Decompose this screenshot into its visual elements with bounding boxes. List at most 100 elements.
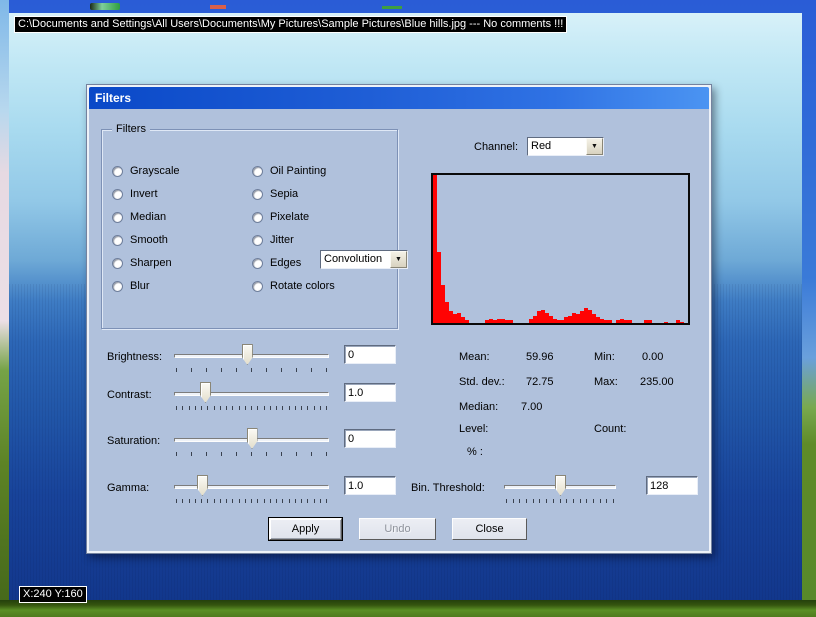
histogram-bar <box>664 322 668 323</box>
histogram-bar <box>648 320 652 323</box>
filename-bar: C:\Documents and Settings\All Users\Docu… <box>14 16 567 33</box>
filters-groupbox-label: Filters <box>112 123 150 135</box>
histogram-chart <box>431 173 690 325</box>
edges-mode-combobox[interactable]: Convolution ▼ <box>320 250 408 269</box>
filter-radio-smooth[interactable]: Smooth <box>112 233 168 247</box>
filter-radio-grayscale[interactable]: Grayscale <box>112 164 180 178</box>
bin-threshold-value-field[interactable] <box>646 476 698 495</box>
mouse-coordinates-label: X:240 Y:160 <box>19 586 87 603</box>
bin-threshold-slider[interactable] <box>504 472 616 502</box>
brightness-slider-thumb[interactable] <box>242 344 253 365</box>
radio-button-icon[interactable] <box>112 281 123 292</box>
undo-button[interactable]: Undo <box>359 518 436 540</box>
radio-label: Median <box>130 211 166 223</box>
radio-label: Edges <box>270 257 301 269</box>
histogram-plot-area <box>433 175 688 323</box>
level-label: Level: <box>459 423 488 435</box>
bin-threshold-row: Bin. Threshold: <box>411 470 709 506</box>
radio-button-icon[interactable] <box>252 235 263 246</box>
apply-button[interactable]: Apply <box>269 518 342 540</box>
radio-label: Pixelate <box>270 211 309 223</box>
edges-mode-value: Convolution <box>321 251 390 268</box>
filter-radio-blur[interactable]: Blur <box>112 279 150 293</box>
radio-button-icon[interactable] <box>112 258 123 269</box>
contrast-slider-ticks <box>176 406 327 410</box>
contrast-slider-groove[interactable] <box>174 392 329 396</box>
contrast-slider[interactable] <box>174 379 329 409</box>
contrast-slider-row: Contrast: <box>107 377 419 413</box>
contrast-value-field[interactable] <box>344 383 396 402</box>
chevron-down-icon[interactable]: ▼ <box>586 138 603 155</box>
radio-button-icon[interactable] <box>252 189 263 200</box>
desktop-edge-left <box>0 0 9 617</box>
radio-label: Blur <box>130 280 150 292</box>
saturation-slider-thumb[interactable] <box>247 428 258 449</box>
bin-threshold-slider-thumb[interactable] <box>555 475 566 496</box>
brightness-label: Brightness: <box>107 351 162 363</box>
filter-radio-rotate-colors[interactable]: Rotate colors <box>252 279 335 293</box>
desktop-icon-fragment <box>210 5 226 9</box>
max-value: 235.00 <box>640 376 674 388</box>
channel-combobox[interactable]: Red ▼ <box>527 137 604 156</box>
radio-label: Grayscale <box>130 165 180 177</box>
max-label: Max: <box>594 376 618 388</box>
desktop-icon-fragment <box>382 6 402 9</box>
gamma-value-field[interactable] <box>344 476 396 495</box>
gamma-slider-row: Gamma: <box>107 470 419 506</box>
desktop-edge-bottom <box>0 600 816 617</box>
radio-label: Oil Painting <box>270 165 326 177</box>
brightness-slider[interactable] <box>174 341 329 371</box>
filters-dialog: Filters Filters Grayscale Invert Median Smo… <box>86 84 712 554</box>
desktop-icon-fragment <box>90 3 120 10</box>
mean-label: Mean: <box>459 351 490 363</box>
contrast-slider-thumb[interactable] <box>200 382 211 403</box>
filter-radio-median[interactable]: Median <box>112 210 166 224</box>
radio-button-icon[interactable] <box>252 281 263 292</box>
filter-radio-jitter[interactable]: Jitter <box>252 233 294 247</box>
brightness-value-field[interactable] <box>344 345 396 364</box>
gamma-slider[interactable] <box>174 472 329 502</box>
radio-button-icon[interactable] <box>112 212 123 223</box>
gamma-slider-thumb[interactable] <box>197 475 208 496</box>
radio-button-icon[interactable] <box>112 189 123 200</box>
filter-radio-sharpen[interactable]: Sharpen <box>112 256 172 270</box>
dialog-titlebar[interactable]: Filters <box>89 87 709 109</box>
filter-radio-sepia[interactable]: Sepia <box>252 187 298 201</box>
radio-label: Sepia <box>270 188 298 200</box>
histogram-bar <box>465 320 469 323</box>
radio-label: Smooth <box>130 234 168 246</box>
gamma-slider-ticks <box>176 499 327 503</box>
saturation-value-field[interactable] <box>344 429 396 448</box>
histogram-bar <box>680 322 684 323</box>
chevron-down-icon[interactable]: ▼ <box>390 251 407 268</box>
saturation-slider[interactable] <box>174 425 329 455</box>
radio-button-icon[interactable] <box>252 258 263 269</box>
min-value: 0.00 <box>642 351 663 363</box>
filter-radio-oil-painting[interactable]: Oil Painting <box>252 164 326 178</box>
histogram-bar <box>628 320 632 323</box>
filters-groupbox: Filters GrayscaleInvertMedianSmoothSharp… <box>101 129 398 329</box>
close-button[interactable]: Close <box>452 518 527 540</box>
bin-threshold-label: Bin. Threshold: <box>411 482 485 494</box>
radio-label: Invert <box>130 188 158 200</box>
radio-button-icon[interactable] <box>252 212 263 223</box>
dialog-body: Filters Grayscale Invert Median Smooth Sharp… <box>89 109 709 551</box>
radio-button-icon[interactable] <box>252 166 263 177</box>
filter-radio-invert[interactable]: Invert <box>112 187 158 201</box>
min-label: Min: <box>594 351 615 363</box>
radio-label: Rotate colors <box>270 280 335 292</box>
saturation-label: Saturation: <box>107 435 160 447</box>
channel-value: Red <box>528 138 586 155</box>
mean-value: 59.96 <box>526 351 554 363</box>
contrast-label: Contrast: <box>107 389 152 401</box>
filter-radio-pixelate[interactable]: Pixelate <box>252 210 309 224</box>
radio-label: Sharpen <box>130 257 172 269</box>
median-label: Median: <box>459 401 498 413</box>
radio-button-icon[interactable] <box>112 166 123 177</box>
filter-radio-edges[interactable]: Edges <box>252 256 301 270</box>
radio-label: Jitter <box>270 234 294 246</box>
histogram-bar <box>509 320 513 323</box>
percent-label: % : <box>467 446 483 458</box>
radio-button-icon[interactable] <box>112 235 123 246</box>
gamma-label: Gamma: <box>107 482 149 494</box>
